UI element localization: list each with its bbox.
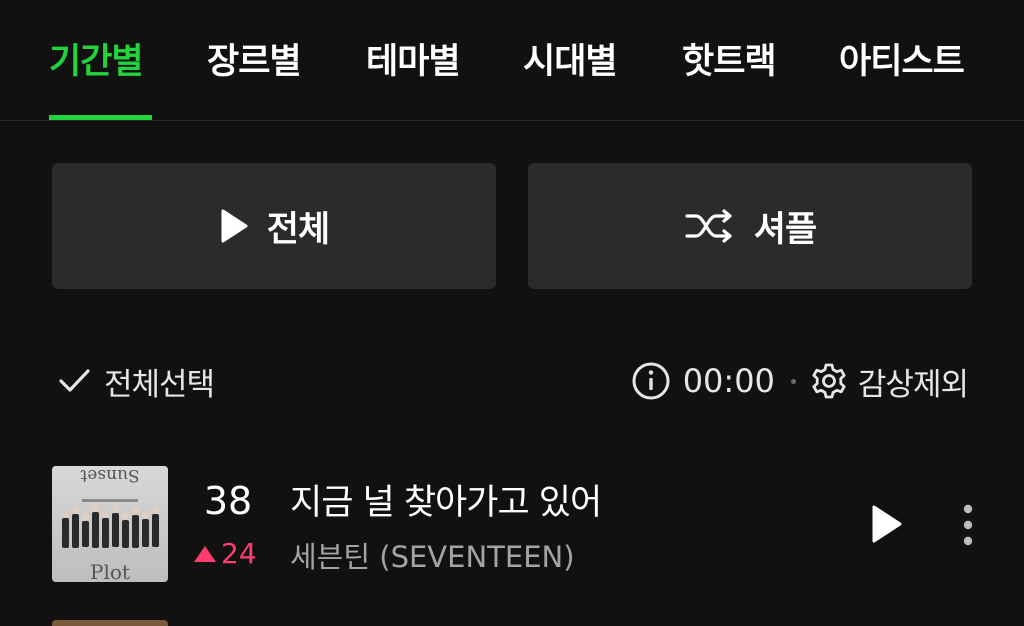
tab-genre[interactable]: 장르별 (207, 38, 302, 86)
album-text-bottom: Plot (90, 560, 130, 582)
play-all-button[interactable]: 전체 (52, 163, 496, 289)
track-row[interactable]: Sunset Plot 38 24 지금 널 찾아가고 있어 세븐틴 (SEVE… (0, 466, 1024, 582)
tab-artist[interactable]: 아티스트 (839, 38, 965, 86)
play-track-icon[interactable] (870, 504, 904, 544)
tab-period[interactable]: 기간별 (49, 38, 144, 86)
select-all-label: 전체선택 (104, 366, 215, 403)
rank-change-value: 24 (221, 537, 257, 570)
track-rank: 38 (203, 479, 253, 523)
separator-dot (790, 378, 796, 384)
artist-name[interactable]: 세븐틴 (SEVENTEEN) (290, 534, 575, 576)
album-art: Sunset Plot (52, 466, 168, 582)
active-tab-indicator (49, 115, 152, 120)
shuffle-icon (685, 209, 732, 243)
total-time: 00:00 (682, 362, 775, 400)
arrow-up-icon (194, 545, 216, 562)
next-track-album-art (52, 620, 168, 626)
exclude-label: 감상제외 (857, 366, 969, 403)
check-icon (59, 369, 90, 392)
album-text-top: Sunset (80, 466, 139, 485)
chart-page: 기간별 장르별 테마별 시대별 핫트랙 아티스트 전체 셔플 전체선택 00:0… (0, 0, 1024, 626)
tab-era[interactable]: 시대별 (523, 38, 618, 86)
song-title[interactable]: 지금 널 찾아가고 있어 (290, 474, 602, 525)
gear-icon (812, 363, 846, 399)
info-icon[interactable] (631, 361, 671, 401)
exclude-button[interactable]: 감상제외 (810, 359, 969, 404)
play-all-label: 전체 (266, 209, 330, 250)
tab-hottrack[interactable]: 핫트랙 (682, 38, 777, 86)
more-options-icon[interactable] (958, 504, 978, 548)
tab-theme[interactable]: 테마별 (366, 38, 461, 86)
shuffle-label: 셔플 (753, 209, 817, 250)
album-cover-image: Sunset Plot (52, 466, 168, 582)
list-tools: 00:00 감상제외 (631, 356, 969, 406)
select-all-toggle[interactable]: 전체선택 (58, 356, 215, 406)
rank-change: 24 (193, 537, 257, 570)
shuffle-button[interactable]: 셔플 (528, 163, 972, 289)
play-icon (221, 209, 248, 243)
category-tabs: 기간별 장르별 테마별 시대별 핫트랙 아티스트 (0, 0, 1024, 121)
